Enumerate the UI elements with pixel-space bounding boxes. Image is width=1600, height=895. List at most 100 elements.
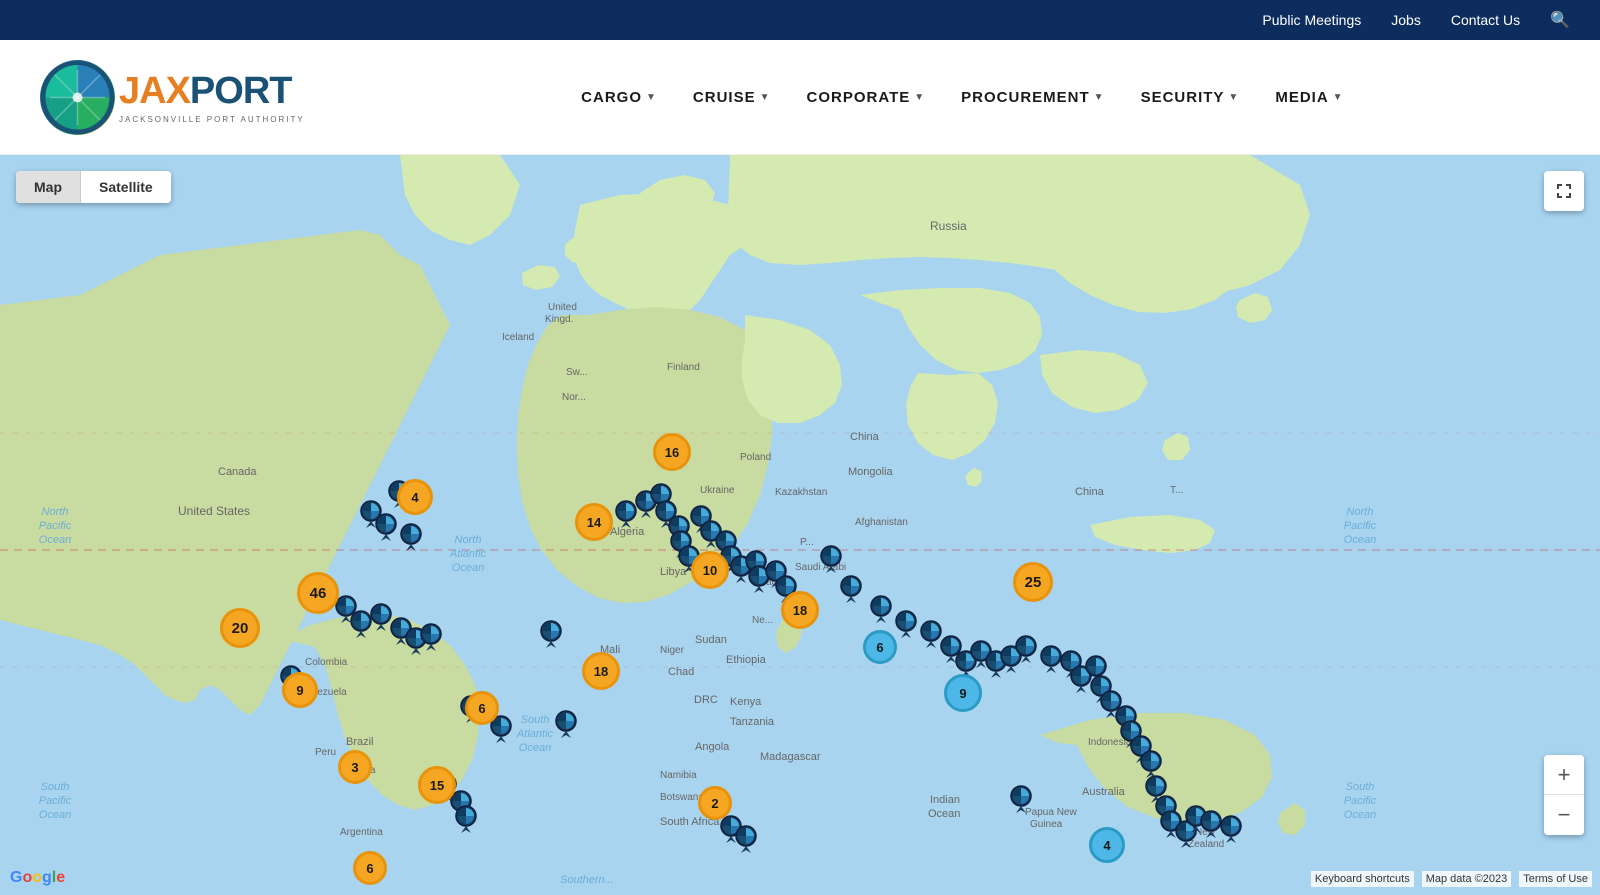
svg-text:Guinea: Guinea [1030, 819, 1063, 830]
svg-text:Australia: Australia [1082, 786, 1126, 798]
map-pin[interactable] [1140, 750, 1162, 778]
terms-of-use-link[interactable]: Terms of Use [1519, 871, 1592, 887]
header: JAX PORT JACKSONVILLE PORT AUTHORITY CAR… [0, 40, 1600, 155]
map-pin[interactable] [615, 500, 637, 528]
svg-text:North: North [1347, 506, 1374, 518]
svg-text:United: United [548, 302, 577, 313]
map-pin[interactable] [895, 610, 917, 638]
cluster-orange-marker[interactable]: 6 [353, 851, 387, 885]
svg-text:Pacific: Pacific [39, 795, 72, 807]
nav-procurement[interactable]: PROCUREMENT ▼ [947, 81, 1118, 114]
map-data-label: Map data ©2023 [1422, 871, 1512, 887]
svg-text:Madagascar: Madagascar [760, 751, 821, 763]
map-pin[interactable] [420, 623, 442, 651]
map-pin[interactable] [870, 595, 892, 623]
svg-text:Pacific: Pacific [1344, 520, 1377, 532]
map-pin[interactable] [400, 523, 422, 551]
cluster-orange-marker[interactable]: 4 [397, 479, 433, 515]
svg-text:T...: T... [1170, 485, 1183, 496]
cluster-orange-marker[interactable]: 15 [418, 766, 456, 804]
svg-text:Afghanistan: Afghanistan [855, 517, 908, 528]
svg-text:United States: United States [178, 504, 250, 518]
map-pin[interactable] [920, 620, 942, 648]
search-icon[interactable]: 🔍 [1550, 10, 1570, 30]
svg-text:Sudan: Sudan [695, 634, 727, 646]
svg-text:Kenya: Kenya [730, 696, 762, 708]
svg-text:Finland: Finland [667, 362, 700, 373]
cluster-orange-marker[interactable]: 25 [1013, 562, 1053, 602]
map-pin[interactable] [1220, 815, 1242, 843]
contact-us-link[interactable]: Contact Us [1451, 12, 1520, 28]
map-pin[interactable] [370, 603, 392, 631]
svg-text:Angola: Angola [695, 741, 730, 753]
nav-security[interactable]: SECURITY ▼ [1127, 81, 1254, 114]
map-view-button[interactable]: Map [16, 171, 81, 203]
svg-text:Pacific: Pacific [1344, 795, 1377, 807]
svg-text:Southern...: Southern... [560, 874, 614, 886]
map-pin[interactable] [840, 575, 862, 603]
cluster-orange-marker[interactable]: 18 [781, 591, 819, 629]
map-pin[interactable] [1015, 635, 1037, 663]
svg-text:Atlantic: Atlantic [449, 548, 487, 560]
cluster-blue-marker[interactable]: 9 [944, 674, 982, 712]
svg-text:Chad: Chad [668, 666, 694, 678]
nav-corporate[interactable]: CORPORATE ▼ [793, 81, 940, 114]
map-pin[interactable] [375, 513, 397, 541]
svg-text:North: North [455, 534, 482, 546]
svg-text:Canada: Canada [218, 466, 257, 478]
security-chevron-icon: ▼ [1228, 92, 1239, 103]
svg-text:China: China [850, 431, 880, 443]
public-meetings-link[interactable]: Public Meetings [1262, 12, 1361, 28]
zoom-out-button[interactable]: − [1544, 795, 1584, 835]
svg-text:Namibia: Namibia [660, 770, 697, 781]
media-chevron-icon: ▼ [1333, 92, 1344, 103]
keyboard-shortcuts-link[interactable]: Keyboard shortcuts [1311, 871, 1414, 887]
nav-cargo[interactable]: CARGO ▼ [567, 81, 671, 114]
cluster-orange-marker[interactable]: 46 [297, 572, 339, 614]
map-pin[interactable] [1200, 810, 1222, 838]
satellite-view-button[interactable]: Satellite [81, 171, 171, 203]
procurement-chevron-icon: ▼ [1094, 92, 1105, 103]
logo-icon [40, 60, 115, 135]
map-pin[interactable] [1010, 785, 1032, 813]
cluster-orange-marker[interactable]: 20 [220, 608, 260, 648]
zoom-control: + − [1544, 755, 1584, 835]
map-footer-right: Keyboard shortcuts Map data ©2023 Terms … [1311, 871, 1592, 887]
map-pin[interactable] [735, 825, 757, 853]
cluster-orange-marker[interactable]: 6 [465, 691, 499, 725]
map-container[interactable]: United States Canada Brazil China China … [0, 155, 1600, 895]
map-pin[interactable] [350, 610, 372, 638]
svg-text:Ne...: Ne... [752, 615, 773, 626]
map-pin[interactable] [455, 805, 477, 833]
cluster-orange-marker[interactable]: 18 [582, 652, 620, 690]
main-nav: CARGO ▼ CRUISE ▼ CORPORATE ▼ PROCUREMENT… [365, 81, 1560, 114]
nav-media[interactable]: MEDIA ▼ [1261, 81, 1357, 114]
svg-text:Papua New: Papua New [1025, 807, 1077, 818]
nav-cruise[interactable]: CRUISE ▼ [679, 81, 785, 114]
svg-text:Ocean: Ocean [928, 808, 960, 820]
map-pin[interactable] [555, 710, 577, 738]
cluster-blue-marker[interactable]: 6 [863, 630, 897, 664]
cluster-orange-marker[interactable]: 9 [282, 672, 318, 708]
svg-text:Sw...: Sw... [566, 367, 588, 378]
cluster-orange-marker[interactable]: 3 [338, 750, 372, 784]
fullscreen-button[interactable] [1544, 171, 1584, 211]
jobs-link[interactable]: Jobs [1391, 12, 1421, 28]
cluster-orange-marker[interactable]: 14 [575, 503, 613, 541]
cluster-orange-marker[interactable]: 2 [698, 786, 732, 820]
cluster-orange-marker[interactable]: 16 [653, 433, 691, 471]
google-logo: Google [10, 869, 65, 887]
svg-text:Ocean: Ocean [39, 534, 71, 546]
svg-text:DRC: DRC [694, 694, 718, 706]
map-pin[interactable] [1040, 645, 1062, 673]
svg-text:Ocean: Ocean [519, 742, 551, 754]
map-pin[interactable] [820, 545, 842, 573]
zoom-in-button[interactable]: + [1544, 755, 1584, 795]
map-pin[interactable] [540, 620, 562, 648]
svg-text:Nor...: Nor... [562, 392, 586, 403]
cluster-orange-marker[interactable]: 10 [691, 551, 729, 589]
svg-text:Iceland: Iceland [502, 332, 534, 343]
cluster-blue-marker[interactable]: 4 [1089, 827, 1125, 863]
svg-text:South: South [41, 781, 70, 793]
logo-container[interactable]: JAX PORT JACKSONVILLE PORT AUTHORITY [40, 60, 305, 135]
